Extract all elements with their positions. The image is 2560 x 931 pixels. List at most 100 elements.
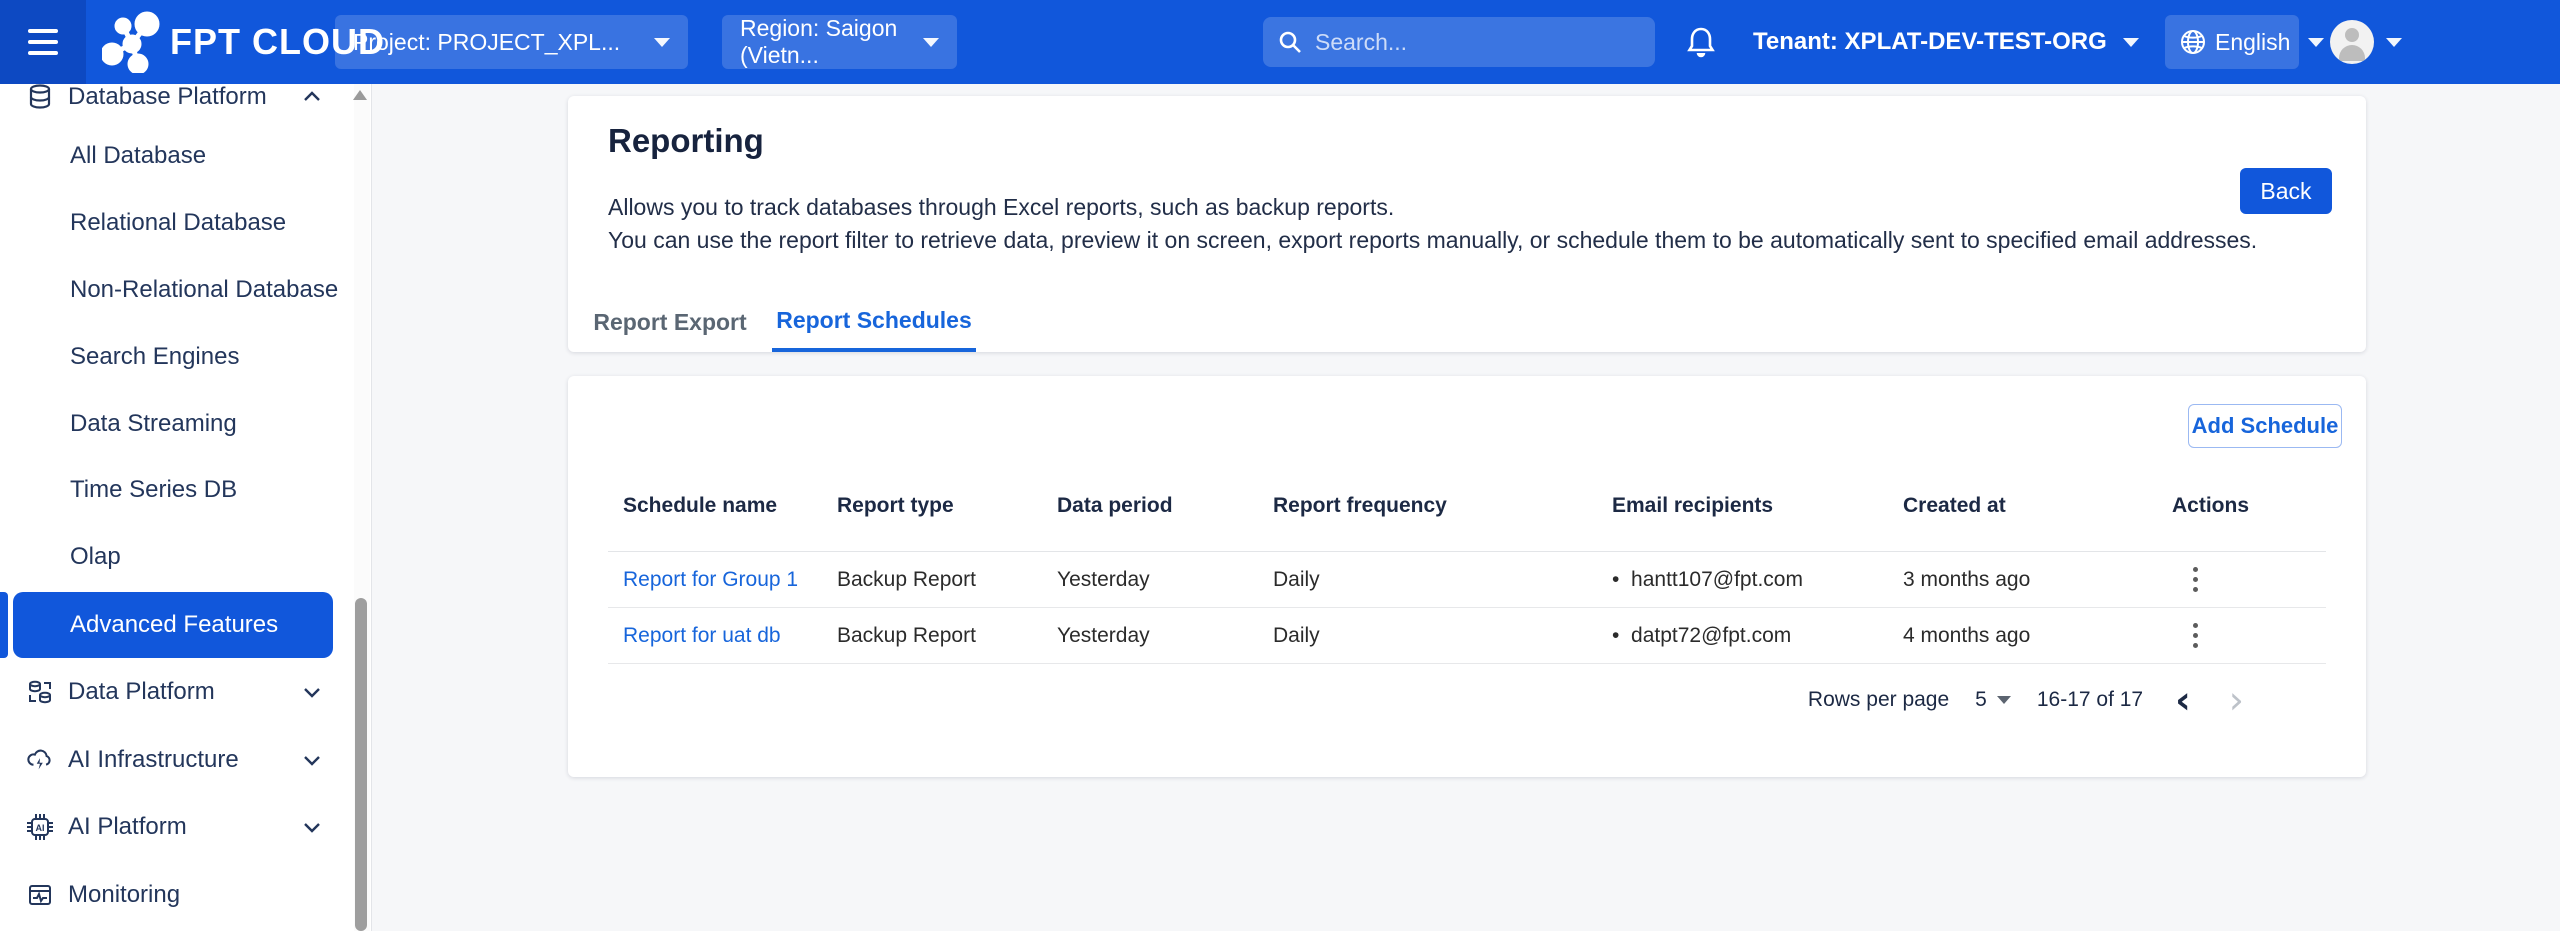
caret-down-icon [923, 38, 939, 47]
table-row: Report for uat db Backup Report Yesterda… [608, 608, 2326, 664]
sidebar-item-non-relational-database[interactable]: Non-Relational Database [0, 262, 372, 318]
page-description-line1: Allows you to track databases through Ex… [608, 194, 1394, 221]
report-type-value: Backup Report [837, 624, 1057, 648]
row-actions-kebab-icon[interactable] [2178, 616, 2212, 656]
schedules-table: Schedule name Report type Data period Re… [608, 460, 2326, 664]
sidebar-group-database-platform[interactable]: Database Platform [0, 84, 372, 125]
column-header-data-period: Data period [1057, 494, 1273, 518]
rows-per-page-label: Rows per page [1808, 688, 1949, 712]
schedule-name-link[interactable]: Report for Group 1 [623, 568, 798, 591]
created-at-value: 3 months ago [1903, 568, 2172, 592]
table-header-row: Schedule name Report type Data period Re… [608, 460, 2326, 552]
row-actions-kebab-icon[interactable] [2178, 560, 2212, 600]
sidebar-item-olap[interactable]: Olap [0, 529, 372, 585]
next-page-button[interactable]: › [2223, 681, 2250, 719]
pagination-range-label: 16-17 of 17 [2037, 688, 2143, 712]
language-selector[interactable]: English [2165, 15, 2299, 69]
chevron-down-icon [300, 815, 324, 839]
report-type-value: Backup Report [837, 568, 1057, 592]
sidebar-item-search-engines[interactable]: Search Engines [0, 329, 372, 385]
tab-report-export[interactable]: Report Export [568, 292, 772, 352]
sidebar-item-label: Advanced Features [70, 611, 278, 639]
database-icon [26, 84, 54, 111]
chevron-up-icon [300, 85, 324, 109]
sidebar-scrollbar[interactable] [354, 84, 370, 931]
active-item-indicator [0, 592, 8, 658]
report-tabs: Report Export Report Schedules [568, 292, 976, 352]
page-title: Reporting [608, 122, 764, 160]
column-header-report-frequency: Report frequency [1273, 494, 1612, 518]
sidebar-item-label: AI Platform [68, 813, 187, 841]
sidebar-item-time-series-db[interactable]: Time Series DB [0, 462, 372, 518]
sidebar-item-data-streaming[interactable]: Data Streaming [0, 396, 372, 452]
sidebar-item-all-database[interactable]: All Database [0, 128, 372, 184]
report-frequency-value: Daily [1273, 568, 1612, 592]
language-selector-label: English [2215, 29, 2290, 56]
tenant-selector-label: Tenant: XPLAT-DEV-TEST-ORG [1753, 28, 2107, 56]
sidebar-item-ai-infrastructure[interactable]: AI Infrastructure [0, 732, 372, 788]
column-header-report-type: Report type [837, 494, 1057, 518]
data-platform-icon [26, 678, 54, 706]
chevron-down-icon [300, 748, 324, 772]
column-header-email-recipients: Email recipients [1612, 494, 1903, 518]
project-selector-label: Project: PROJECT_XPL... [353, 29, 620, 56]
created-at-value: 4 months ago [1903, 624, 2172, 648]
table-row: Report for Group 1 Backup Report Yesterd… [608, 552, 2326, 608]
project-selector[interactable]: Project: PROJECT_XPL... [335, 15, 688, 69]
scrollbar-thumb[interactable] [355, 598, 367, 931]
sidebar-item-label: Search Engines [70, 343, 239, 371]
cloud-bolt-icon [26, 746, 54, 774]
previous-page-button[interactable]: ‹ [2169, 681, 2197, 719]
back-button[interactable]: Back [2240, 168, 2332, 214]
data-period-value: Yesterday [1057, 568, 1273, 592]
svg-text:AI: AI [36, 823, 45, 833]
chevron-down-icon [300, 680, 324, 704]
email-recipient-value: hantt107@fpt.com [1612, 568, 1903, 592]
ai-chip-icon: AI [26, 813, 54, 841]
add-schedule-button[interactable]: Add Schedule [2188, 404, 2342, 448]
sidebar: Database Platform All Database Relationa… [0, 84, 372, 931]
sidebar-item-label: Data Streaming [70, 410, 237, 438]
scrollbar-up-arrow-icon[interactable] [353, 90, 367, 100]
caret-down-icon [2386, 38, 2402, 47]
user-account-menu[interactable] [2330, 0, 2402, 84]
sidebar-item-label: Data Platform [68, 678, 215, 706]
report-frequency-value: Daily [1273, 624, 1612, 648]
caret-down-icon [2123, 38, 2139, 47]
notification-bell-icon[interactable] [1683, 24, 1719, 60]
sidebar-item-label: AI Infrastructure [68, 746, 239, 774]
sidebar-item-relational-database[interactable]: Relational Database [0, 195, 372, 251]
table-pagination: Rows per page 5 16-17 of 17 ‹ › [1808, 676, 2250, 724]
email-recipient-value: datpt72@fpt.com [1612, 624, 1903, 648]
tab-report-schedules[interactable]: Report Schedules [772, 292, 976, 352]
search-input[interactable] [1315, 29, 1615, 56]
column-header-schedule-name: Schedule name [608, 494, 837, 518]
sidebar-item-label: Relational Database [70, 209, 286, 237]
rows-per-page-select[interactable]: 5 [1975, 688, 2011, 712]
region-selector-label: Region: Saigon (Vietn... [740, 15, 905, 69]
avatar [2330, 20, 2374, 64]
tenant-selector[interactable]: Tenant: XPLAT-DEV-TEST-ORG [1753, 0, 2139, 84]
schedule-name-link[interactable]: Report for uat db [623, 624, 781, 647]
reporting-header-card: Reporting Allows you to track databases … [568, 96, 2366, 352]
report-schedules-card: Add Schedule Schedule name Report type D… [568, 376, 2366, 777]
region-selector[interactable]: Region: Saigon (Vietn... [722, 15, 957, 69]
sidebar-item-label: All Database [70, 142, 206, 170]
globe-icon [2179, 28, 2207, 56]
sidebar-item-label: Olap [70, 543, 121, 571]
data-period-value: Yesterday [1057, 624, 1273, 648]
sidebar-item-monitoring[interactable]: Monitoring [0, 867, 372, 923]
hamburger-menu-icon[interactable] [0, 0, 86, 84]
top-navigation-bar: FPT CLOUD Project: PROJECT_XPL... Region… [0, 0, 2560, 84]
molecule-logo-icon [102, 11, 160, 73]
sidebar-item-label: Monitoring [68, 881, 180, 909]
caret-down-icon [654, 38, 670, 47]
sidebar-item-ai-platform[interactable]: AI AI Platform [0, 799, 372, 855]
global-search [1263, 17, 1655, 67]
monitoring-icon [26, 881, 54, 909]
sidebar-item-advanced-features[interactable]: Advanced Features [13, 592, 333, 658]
sidebar-item-data-platform[interactable]: Data Platform [0, 664, 372, 720]
sidebar-item-label: Time Series DB [70, 476, 237, 504]
caret-down-icon [1997, 696, 2011, 704]
search-icon [1277, 29, 1303, 55]
